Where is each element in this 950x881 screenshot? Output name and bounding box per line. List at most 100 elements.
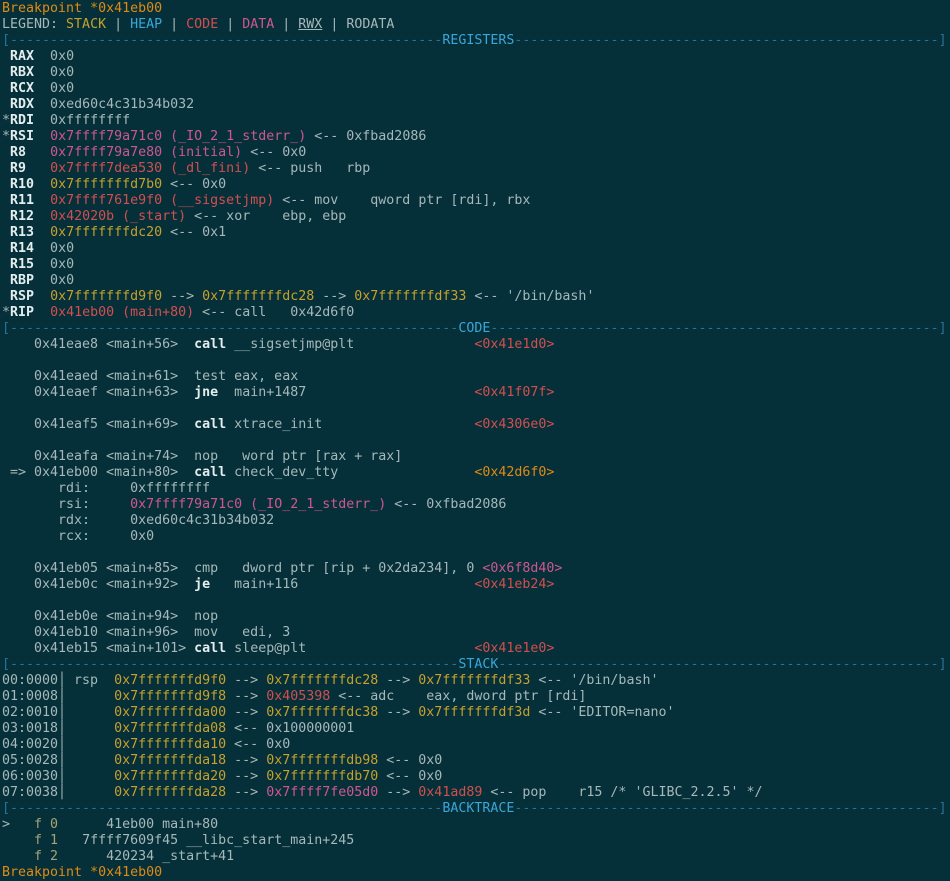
text-segment: Breakpoint *0x41eb00	[2, 1, 162, 16]
backtrace-divider: [---------------------------------------…	[2, 801, 950, 817]
reg-r9: R9 0x7ffff7dea530 (_dl_fini) <-- push rb…	[2, 161, 950, 177]
text-segment: f 1	[34, 833, 58, 848]
text-segment	[34, 225, 50, 240]
text-segment: <-- 0x0	[242, 145, 306, 160]
text-segment: <-- mov qword ptr [rdi], rbx	[274, 193, 530, 208]
text-segment: 0x7fffffffdc28	[266, 673, 378, 688]
text-segment: RIP	[10, 305, 34, 320]
text-segment: rcx: 0x0	[2, 529, 154, 544]
text-segment: <0x41eb24>	[474, 577, 554, 592]
text-segment: -->	[378, 673, 418, 688]
text-segment	[34, 305, 50, 320]
text-segment: 0x7fffffffda00	[114, 705, 226, 720]
debugger-terminal[interactable]: Breakpoint *0x41eb00LEGEND: STACK | HEAP…	[0, 0, 950, 881]
text-segment: RSP	[10, 289, 34, 304]
text-segment	[2, 145, 10, 160]
text-segment: 0x41eaf5 <main+69>	[2, 417, 194, 432]
text-segment: ----------------------------------------…	[498, 657, 946, 672]
breakpoint-line-top: Breakpoint *0x41eb00	[2, 1, 950, 17]
text-segment: <-- 'EDITOR=nano'	[530, 705, 674, 720]
text-segment: 0x7fffffffd9f0	[50, 289, 162, 304]
text-segment	[34, 177, 50, 192]
text-segment: 0x41eaef <main+63>	[2, 385, 194, 400]
text-segment: 0x41eafa <main+74> nop word ptr [rax + r…	[2, 449, 402, 464]
text-segment: check_dev_tty	[226, 465, 474, 480]
text-segment: 420234 _start+41	[58, 849, 234, 864]
text-segment	[2, 209, 10, 224]
text-segment: R12	[10, 209, 34, 224]
text-segment	[2, 833, 34, 848]
text-segment: 0x7fffffffdf33	[418, 673, 530, 688]
text-segment	[2, 177, 10, 192]
text-segment: REGISTERS	[442, 33, 514, 48]
stack-row-01: 01:0008│ 0x7fffffffd9f8 --> 0x405398 <--…	[2, 689, 950, 705]
reg-r15: R15 0x0	[2, 257, 950, 273]
arg-rsi: rsi: 0x7ffff79a71c0 (_IO_2_1_stderr_) <-…	[2, 497, 950, 513]
reg-rsi: *RSI 0x7ffff79a71c0 (_IO_2_1_stderr_) <-…	[2, 129, 950, 145]
text-segment	[2, 97, 10, 112]
text-segment: 0x7fffffffd9f8	[114, 689, 226, 704]
text-segment: RAX	[10, 49, 34, 64]
text-segment: 0x7fffffffda28	[114, 785, 226, 800]
reg-rbx: RBX 0x0	[2, 65, 950, 81]
text-segment: <-- 0x0	[378, 769, 442, 784]
text-segment: |	[162, 17, 186, 32]
asm-main-101: 0x41eb15 <main+101> call sleep@plt <0x41…	[2, 641, 950, 657]
text-segment: 0x41eb00 (main+80)	[50, 305, 194, 320]
stack-row-03: 03:0018│ 0x7fffffffda08 <-- 0x100000001	[2, 721, 950, 737]
text-segment: 0x7fffffffdc20	[50, 225, 162, 240]
text-segment: BACKTRACE	[442, 801, 514, 816]
blank-line	[2, 545, 950, 561]
text-segment: -->	[314, 289, 354, 304]
text-segment: R14	[10, 241, 34, 256]
text-segment: ----------------------------------------…	[514, 33, 946, 48]
text-segment: 0x7ffff7dea530 (_dl_fini)	[50, 161, 250, 176]
arg-rdx: rdx: 0xed60c4c31b34b032	[2, 513, 950, 529]
text-segment	[2, 849, 34, 864]
text-segment: -->	[226, 753, 266, 768]
text-segment: RDX	[10, 97, 34, 112]
text-segment: 0x7fffffffd7b0	[50, 177, 162, 192]
text-segment: jne	[194, 385, 218, 400]
stack-row-04: 04:0020│ 0x7fffffffda10 <-- 0x0	[2, 737, 950, 753]
stack-row-00: 00:0000│ rsp 0x7fffffffd9f0 --> 0x7fffff…	[2, 673, 950, 689]
text-segment: call	[194, 641, 226, 656]
text-segment: 0x7fffffffda18	[114, 753, 226, 768]
text-segment: 0x7fffffffda10	[114, 737, 226, 752]
text-segment: RWX	[298, 17, 322, 32]
text-segment	[2, 49, 10, 64]
text-segment: |	[274, 17, 298, 32]
text-segment: 07:0038│	[2, 785, 114, 800]
registers-divider: [---------------------------------------…	[2, 33, 950, 49]
text-segment: [---------------------------------------…	[2, 657, 458, 672]
text-segment: *	[2, 305, 10, 320]
reg-rcx: RCX 0x0	[2, 81, 950, 97]
text-segment: main+1487	[218, 385, 474, 400]
text-segment: HEAP	[130, 17, 162, 32]
text-segment: *	[2, 129, 10, 144]
legend-line: LEGEND: STACK | HEAP | CODE | DATA | RWX…	[2, 17, 950, 33]
text-segment: <0x4306e0>	[474, 417, 554, 432]
asm-main-56: 0x41eae8 <main+56> call __sigsetjmp@plt …	[2, 337, 950, 353]
text-segment: <-- push rbp	[250, 161, 370, 176]
text-segment: <-- 0xfbad2086	[306, 129, 426, 144]
text-segment: RSI	[10, 129, 34, 144]
text-segment: main+116	[210, 577, 474, 592]
text-segment: 0x41eb10 <main+96> mov edi, 3	[2, 625, 290, 640]
frame-0: > f 0 41eb00 main+80	[2, 817, 950, 833]
reg-rax: RAX 0x0	[2, 49, 950, 65]
reg-rdi: *RDI 0xffffffff	[2, 113, 950, 129]
text-segment: R13	[10, 225, 34, 240]
text-segment: <-- xor ebp, ebp	[186, 209, 346, 224]
text-segment: => 0x41eb00 <main+80>	[2, 465, 194, 480]
text-segment: -->	[226, 689, 266, 704]
text-segment: 0x41eb0c <main+92>	[2, 577, 194, 592]
text-segment: 0x7fffffffdf33	[354, 289, 466, 304]
asm-main-74: 0x41eafa <main+74> nop word ptr [rax + r…	[2, 449, 950, 465]
text-segment	[26, 145, 50, 160]
text-segment: |	[322, 17, 346, 32]
text-segment: 01:0008│	[2, 689, 114, 704]
text-segment: CODE	[458, 321, 490, 336]
asm-main-61: 0x41eaed <main+61> test eax, eax	[2, 369, 950, 385]
text-segment	[2, 289, 10, 304]
